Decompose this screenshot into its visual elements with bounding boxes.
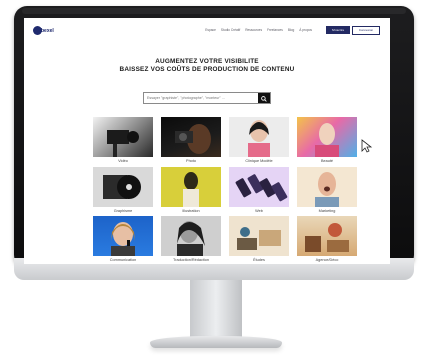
category-label-communication[interactable]: Communication xyxy=(93,258,153,262)
category-card-studies[interactable] xyxy=(229,216,289,256)
category-card-marketing[interactable] xyxy=(297,167,357,207)
nav-link-espace[interactable]: Espace xyxy=(205,28,216,32)
category-card-graphics[interactable] xyxy=(93,167,153,207)
category-card-communication[interactable] xyxy=(93,216,153,256)
category-card-web[interactable] xyxy=(229,167,289,207)
phone-mockups-image xyxy=(235,174,288,202)
category-card-video[interactable] xyxy=(93,117,153,157)
monitor-base xyxy=(150,336,282,348)
search-icon xyxy=(261,95,267,102)
hero-subheadline: BAISSEZ VOS COÛTS DE PRODUCTION DE CONTE… xyxy=(119,66,295,73)
category-label-graphics[interactable]: Graphisme xyxy=(93,209,153,213)
search-bar xyxy=(143,92,271,104)
category-label-illustration[interactable]: Illustration xyxy=(161,209,221,213)
marketing-portrait-image xyxy=(315,172,339,207)
beauty-portrait-image xyxy=(315,123,339,157)
category-label-marketing[interactable]: Marketing xyxy=(297,209,357,213)
nav-link-freelances[interactable]: Freelances xyxy=(267,28,283,32)
category-label-model[interactable]: Clinique Modèle xyxy=(229,159,289,163)
model-portrait-image xyxy=(248,120,270,157)
vinyl-record-image xyxy=(103,175,141,199)
search-button[interactable] xyxy=(258,93,270,103)
site-header: bexel Espace Studio Créatif Ressources F… xyxy=(24,18,390,42)
nav-link-blog[interactable]: Blog xyxy=(288,28,294,32)
mouse-pointer-icon xyxy=(361,139,373,153)
category-label-studies[interactable]: Études xyxy=(229,258,289,262)
signup-button[interactable]: S'inscrire xyxy=(326,26,350,34)
main-nav: Espace Studio Créatif Ressources Freelan… xyxy=(205,28,312,32)
category-card-photo[interactable] xyxy=(161,117,221,157)
category-card-model[interactable] xyxy=(229,117,289,157)
nav-link-studio[interactable]: Studio Créatif xyxy=(221,28,240,32)
writer-portrait-image xyxy=(177,221,205,256)
category-label-beauty[interactable]: Beauté xyxy=(297,159,357,163)
login-button[interactable]: Connexion xyxy=(352,26,380,35)
search-input[interactable] xyxy=(144,93,260,103)
logo[interactable]: bexel xyxy=(33,26,63,38)
category-card-agency[interactable] xyxy=(297,216,357,256)
speaker-portrait-image xyxy=(111,222,135,256)
category-card-illustration[interactable] xyxy=(161,167,221,207)
monitor-stand xyxy=(190,280,242,340)
hero-headline: AUGMENTEZ VOTRE VISIBILITE xyxy=(155,58,259,65)
nav-link-ressources[interactable]: Ressources xyxy=(245,28,262,32)
category-label-translation[interactable]: Traduction/Rédaction xyxy=(161,258,221,262)
photographer-image xyxy=(175,124,211,154)
logo-text: bexel xyxy=(41,28,54,34)
website-screen: bexel Espace Studio Créatif Ressources F… xyxy=(24,18,390,264)
category-label-web[interactable]: Web xyxy=(229,209,289,213)
category-label-video[interactable]: Vidéo xyxy=(93,159,153,163)
video-camera-image xyxy=(107,130,139,157)
decoration-image xyxy=(305,223,349,252)
nav-link-about[interactable]: À propos xyxy=(299,28,312,32)
study-desk-image xyxy=(237,227,281,250)
category-label-agency[interactable]: Agence/Déco xyxy=(297,258,357,262)
category-label-photo[interactable]: Photo xyxy=(161,159,221,163)
category-card-beauty[interactable] xyxy=(297,117,357,157)
illustration-image xyxy=(183,172,199,207)
category-card-translation[interactable] xyxy=(161,216,221,256)
